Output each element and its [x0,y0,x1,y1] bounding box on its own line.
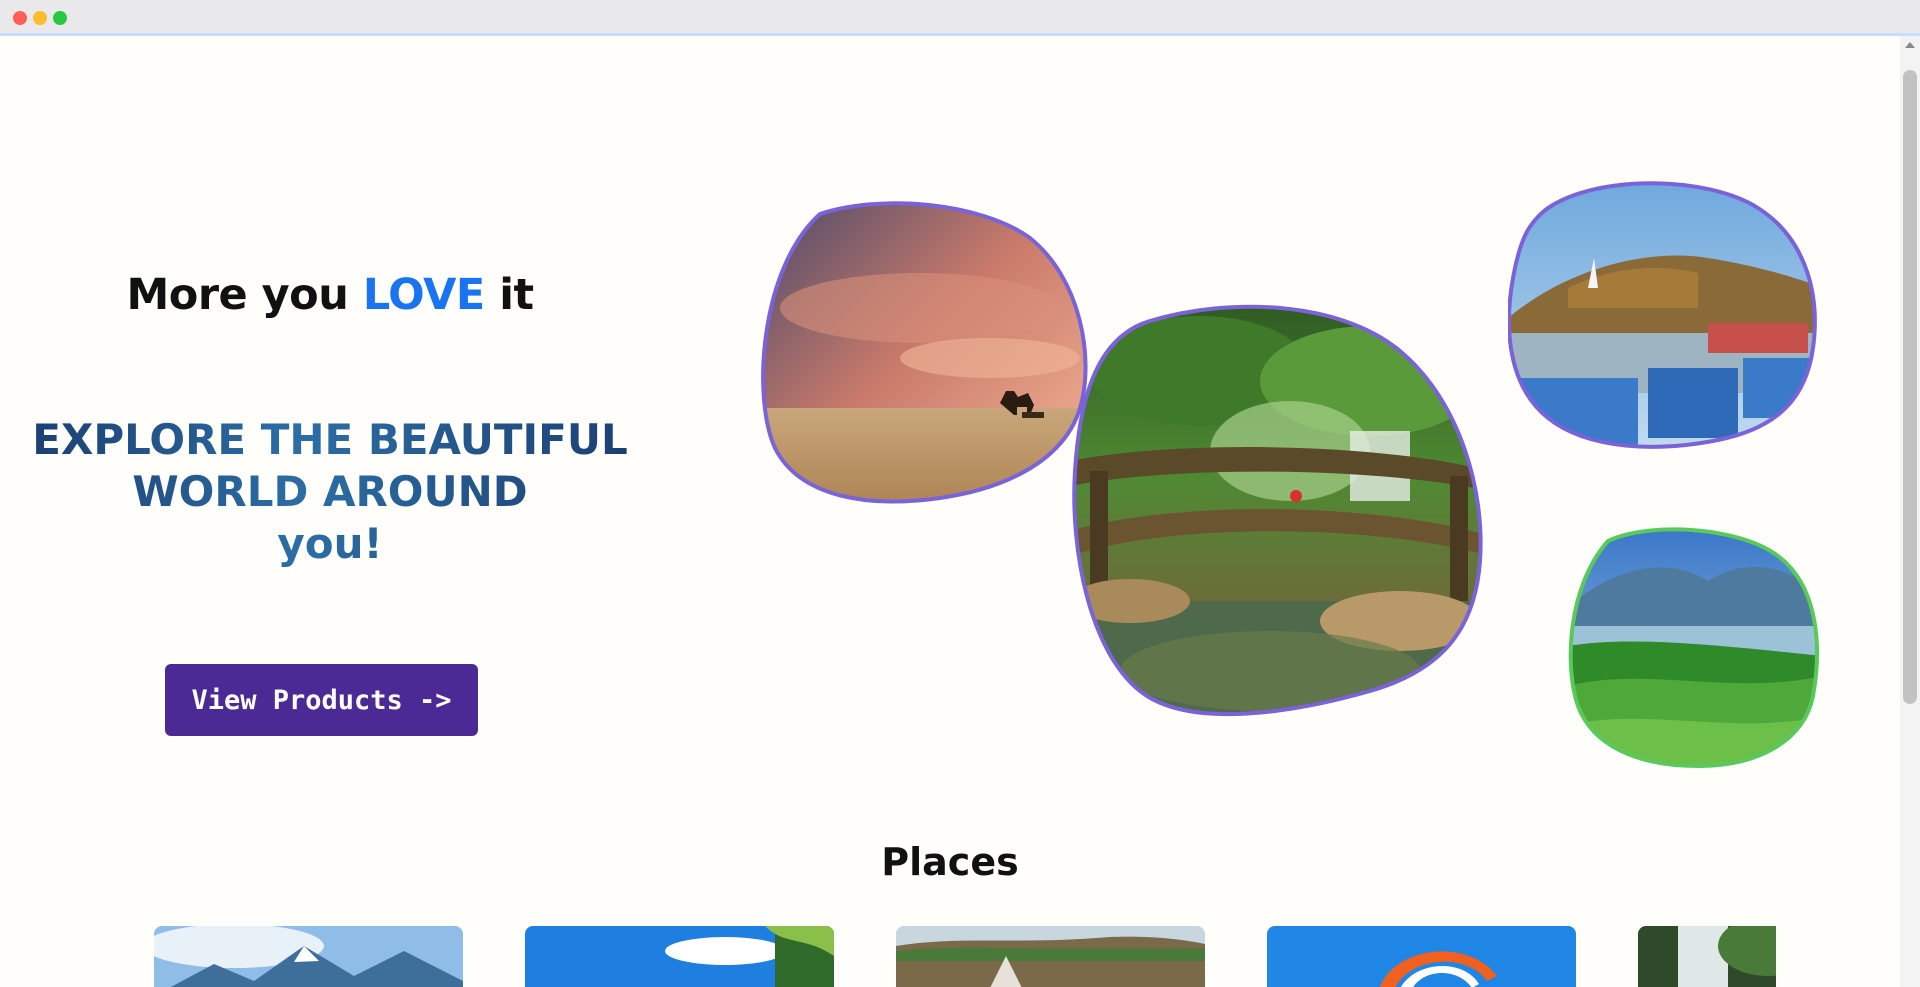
tagline-accent: LOVE [362,270,485,320]
headline-line-2: WORLD AROUND [132,467,528,516]
close-window-icon[interactable] [13,11,27,25]
headline-line-3: you! [277,519,383,568]
page-content: More you LOVE it EXPLORE THE BEAUTIFUL W… [0,36,1900,987]
scroll-up-arrow-icon[interactable] [1905,42,1915,48]
view-products-button[interactable]: View Products -> [165,664,478,736]
hero-tagline: More you LOVE it [50,270,610,320]
hero-headline: EXPLORE THE BEAUTIFUL WORLD AROUND you! [30,414,630,570]
living-root-bridge-image [1070,301,1490,741]
headline-line-1: EXPLORE THE BEAUTIFUL [32,415,628,464]
place-card-canyon-falls[interactable] [896,926,1205,987]
place-card-waterfall-forest[interactable] [1638,926,1776,987]
browser-titlebar [0,0,1920,36]
scrollbar-thumb[interactable] [1903,70,1917,704]
place-card-beach-palms[interactable] [525,926,834,987]
place-card-paragliding[interactable] [1267,926,1576,987]
places-carousel [0,926,1776,987]
desert-sunset-image [760,198,1095,533]
tea-hills-image [1568,526,1823,776]
page-scrollbar[interactable] [1900,36,1920,987]
lake-boat-image [1508,178,1823,493]
maximize-window-icon[interactable] [53,11,67,25]
tagline-suffix: it [484,270,534,320]
places-title: Places [881,840,1019,884]
minimize-window-icon[interactable] [33,11,47,25]
tagline-prefix: More you [126,270,363,320]
place-card-mountain-peaks[interactable] [154,926,463,987]
